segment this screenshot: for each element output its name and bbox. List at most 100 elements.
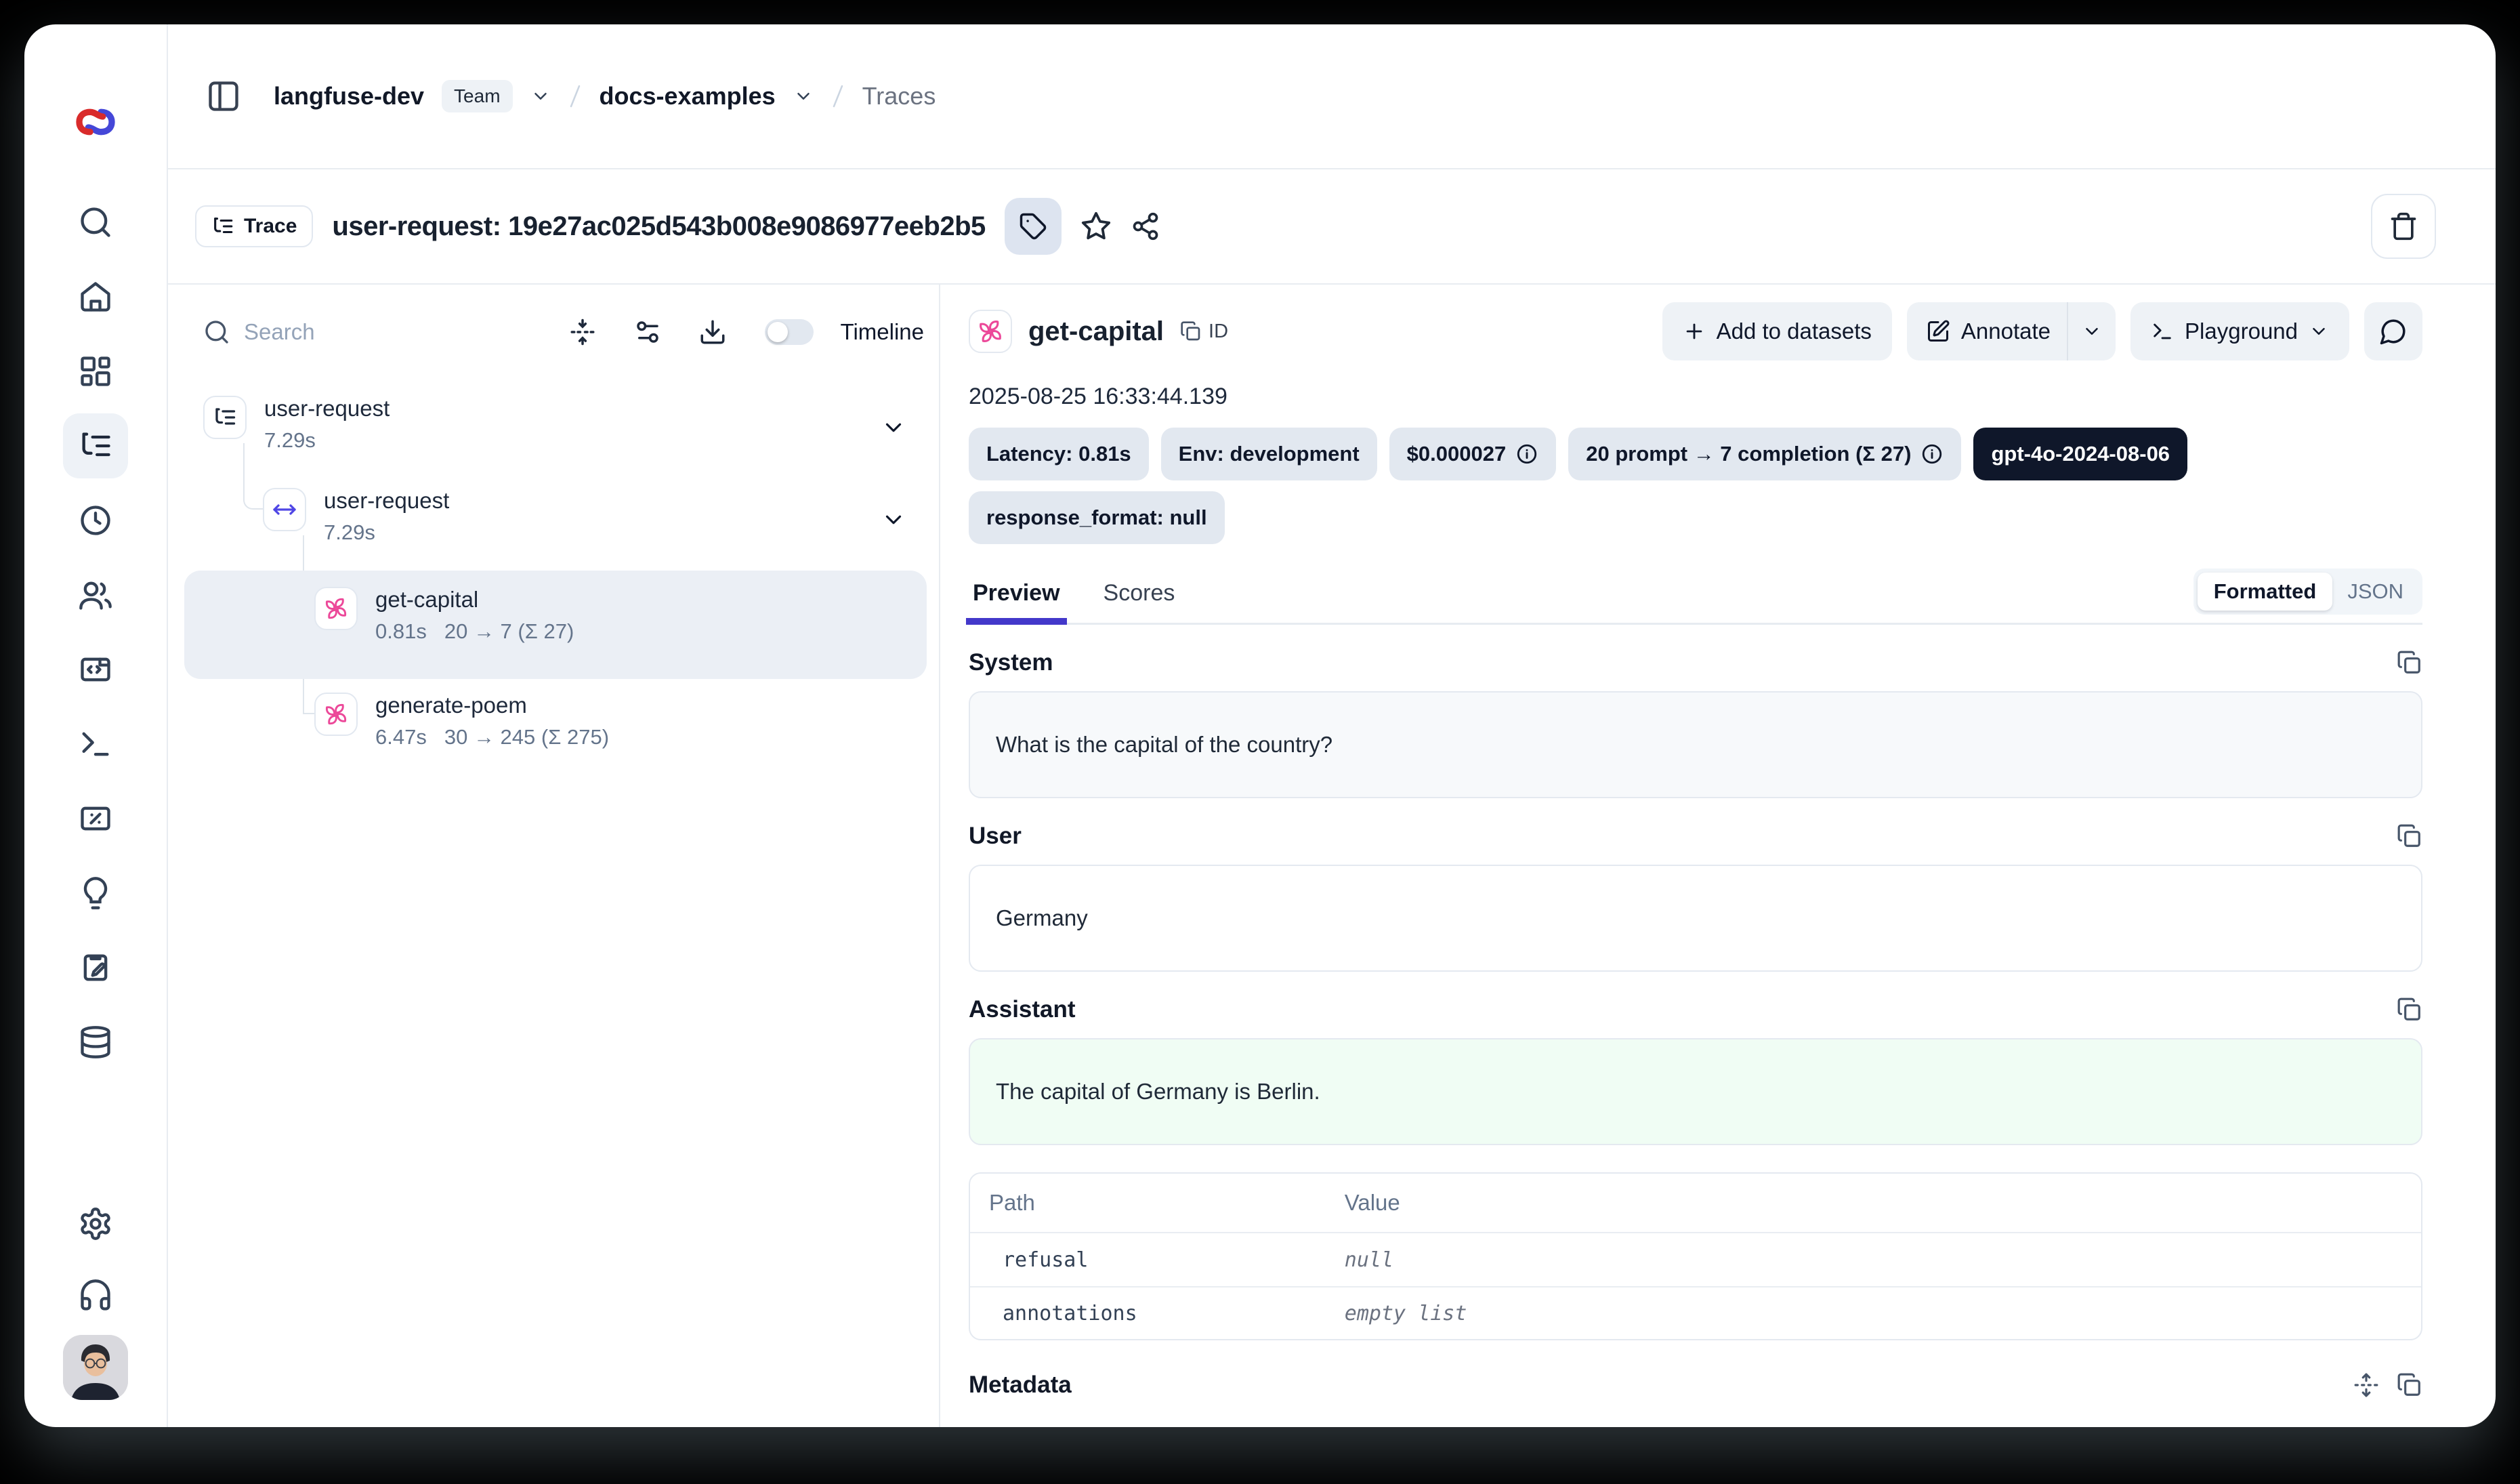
tree-node-generation-selected[interactable]: get-capital 0.81s 20 → 7 (Σ 27) bbox=[184, 571, 927, 679]
env-badge: Env: development bbox=[1161, 428, 1377, 480]
id-label: ID bbox=[1209, 321, 1228, 343]
user-message-text: Germany bbox=[996, 905, 1088, 931]
span-icon bbox=[263, 488, 306, 531]
tab-scores[interactable]: Scores bbox=[1099, 580, 1179, 623]
assistant-section-header: Assistant bbox=[969, 996, 2422, 1023]
badge-row-2: response_format: null bbox=[969, 491, 2422, 544]
metadata-section-header: Metadata bbox=[969, 1372, 2422, 1399]
plus-icon bbox=[1683, 320, 1706, 343]
breadcrumb-project[interactable]: langfuse-dev bbox=[274, 82, 424, 110]
info-icon[interactable] bbox=[1515, 442, 1538, 466]
timeline-label: Timeline bbox=[841, 319, 924, 345]
star-icon[interactable] bbox=[1080, 211, 1112, 242]
user-message-box: Germany bbox=[969, 865, 2422, 972]
search-icon[interactable] bbox=[74, 201, 117, 244]
sessions-clock-icon[interactable] bbox=[74, 499, 117, 542]
trace-title: user-request: 19e27ac025d543b008e9086977… bbox=[332, 211, 985, 242]
settings-gear-icon[interactable] bbox=[74, 1202, 117, 1245]
formatted-view-button[interactable]: Formatted bbox=[2198, 573, 2333, 611]
table-header-row: Path Value bbox=[970, 1174, 2421, 1233]
tree-node-duration: 6.47s bbox=[375, 725, 427, 749]
breadcrumb-separator bbox=[568, 84, 582, 108]
observation-detail-panel: get-capital ID Add to datasets bbox=[940, 285, 2496, 1427]
avatar[interactable] bbox=[63, 1335, 128, 1400]
chevron-down-icon[interactable] bbox=[881, 415, 906, 440]
tracing-icon[interactable] bbox=[63, 413, 128, 478]
tree-node-label: generate-poem bbox=[375, 693, 527, 718]
chevron-down-icon[interactable] bbox=[881, 507, 906, 533]
tree-node-generation[interactable]: generate-poem 6.47s 30 → 245 (Σ 275) bbox=[184, 679, 927, 781]
pen-square-icon bbox=[1926, 319, 1950, 344]
copy-icon[interactable] bbox=[2397, 1372, 2422, 1398]
info-icon[interactable] bbox=[1920, 442, 1944, 466]
breadcrumb-environment[interactable]: docs-examples bbox=[600, 82, 776, 110]
datasets-database-icon[interactable] bbox=[74, 1021, 117, 1064]
annotate-menu-chevron[interactable] bbox=[2068, 302, 2116, 360]
path-value-table: Path Value refusal null annotations empt… bbox=[969, 1172, 2422, 1340]
search-input[interactable] bbox=[244, 319, 532, 345]
annotation-clipboard-pen-icon[interactable] bbox=[74, 946, 117, 989]
section-title: System bbox=[969, 649, 1053, 676]
tree-node-duration: 7.29s bbox=[264, 428, 316, 453]
expand-icon[interactable] bbox=[2353, 1372, 2379, 1398]
tree-node-span[interactable]: user-request 7.29s bbox=[184, 478, 927, 571]
evaluation-percent-icon[interactable] bbox=[74, 797, 117, 840]
main-column: langfuse-dev Team docs-examples Traces T… bbox=[168, 24, 2496, 1427]
sidebar-toggle-icon[interactable] bbox=[206, 79, 241, 114]
copy-icon[interactable] bbox=[2397, 650, 2422, 676]
prompts-file-code-icon[interactable] bbox=[74, 648, 117, 691]
tokens-badge: 20 prompt → 7 completion (Σ 27) bbox=[1568, 428, 1961, 480]
share-icon[interactable] bbox=[1131, 211, 1160, 241]
system-section-header: System bbox=[969, 649, 2422, 676]
chevron-down-icon[interactable] bbox=[793, 86, 814, 106]
support-headset-icon[interactable] bbox=[74, 1274, 117, 1317]
copy-icon[interactable] bbox=[2397, 823, 2422, 849]
tree-toolbar: Timeline bbox=[203, 308, 924, 356]
user-section-header: User bbox=[969, 823, 2422, 850]
playground-button[interactable]: Playground bbox=[2130, 302, 2349, 360]
tab-preview[interactable]: Preview bbox=[969, 580, 1064, 623]
search-icon bbox=[203, 318, 230, 346]
system-message-text: What is the capital of the country? bbox=[996, 732, 1332, 758]
collapse-all-icon[interactable] bbox=[568, 318, 597, 346]
home-icon[interactable] bbox=[74, 275, 117, 318]
terminal-icon bbox=[2151, 320, 2174, 343]
assistant-message-text: The capital of Germany is Berlin. bbox=[996, 1079, 1320, 1105]
timeline-toggle[interactable] bbox=[765, 319, 814, 345]
model-badge[interactable]: gpt-4o-2024-08-06 bbox=[1973, 428, 2187, 480]
download-icon[interactable] bbox=[698, 318, 727, 346]
trace-type-badge: Trace bbox=[195, 205, 313, 247]
observation-timestamp: 2025-08-25 16:33:44.139 bbox=[969, 384, 2422, 410]
langfuse-logo-icon[interactable] bbox=[74, 100, 117, 144]
column-header-path: Path bbox=[970, 1190, 1326, 1216]
dashboard-icon[interactable] bbox=[74, 350, 117, 393]
view-mode-switch: Formatted JSON bbox=[2193, 569, 2422, 615]
delete-trace-button[interactable] bbox=[2371, 194, 2436, 259]
content-row: Timeline user-request 7.29s bbox=[168, 285, 2496, 1427]
response-format-badge: response_format: null bbox=[969, 491, 1225, 544]
json-view-button[interactable]: JSON bbox=[2332, 573, 2418, 611]
tree-node-duration: 7.29s bbox=[324, 520, 375, 545]
trace-icon bbox=[203, 396, 247, 439]
copy-id-button[interactable]: ID bbox=[1180, 321, 1228, 343]
comments-button[interactable] bbox=[2364, 302, 2422, 360]
trash-icon bbox=[2389, 211, 2418, 241]
tree-node-trace[interactable]: user-request 7.29s bbox=[184, 386, 927, 478]
badge-row: Latency: 0.81s Env: development $0.00002… bbox=[969, 428, 2422, 480]
playground-terminal-icon[interactable] bbox=[74, 722, 117, 766]
detail-tabs: Preview Scores Formatted JSON bbox=[969, 569, 2422, 625]
filter-settings-icon[interactable] bbox=[633, 318, 662, 346]
annotate-button[interactable]: Annotate bbox=[1907, 302, 2067, 360]
breadcrumb-page[interactable]: Traces bbox=[862, 82, 936, 110]
tree-node-duration: 0.81s bbox=[375, 619, 427, 644]
insights-lightbulb-icon[interactable] bbox=[74, 871, 117, 915]
tag-icon[interactable] bbox=[1005, 198, 1062, 255]
users-icon[interactable] bbox=[74, 573, 117, 617]
chevron-down-icon[interactable] bbox=[530, 86, 551, 106]
tree-node-tokens: 20 → 7 (Σ 27) bbox=[444, 619, 574, 644]
generation-icon bbox=[314, 693, 358, 736]
copy-icon[interactable] bbox=[2397, 997, 2422, 1023]
add-to-datasets-button[interactable]: Add to datasets bbox=[1662, 302, 1892, 360]
project-plan-badge[interactable]: Team bbox=[442, 80, 512, 112]
table-row: refusal null bbox=[970, 1233, 2421, 1286]
